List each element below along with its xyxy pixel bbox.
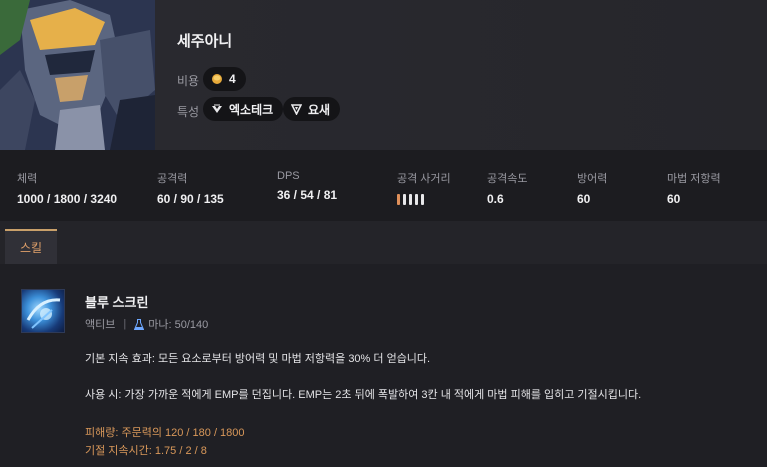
- champion-name: 세주아니: [177, 33, 233, 50]
- champion-header: 세주아니 비용 4 특성 엑소테크 요새: [0, 0, 767, 150]
- range-indicator: [397, 194, 451, 205]
- stat-attack-speed: 공격속도 0.6: [487, 170, 527, 206]
- exotech-icon: [211, 104, 223, 114]
- stats-bar: 체력 1000 / 1800 / 3240 공격력 60 / 90 / 135 …: [0, 150, 767, 221]
- skill-active-description: 사용 시: 가장 가까운 적에게 EMP를 던집니다. EMP는 2초 뒤에 폭…: [85, 389, 642, 401]
- skill-meta: 액티브 | 마나: 50/140: [85, 316, 208, 332]
- stat-value: 1000 / 1800 / 3240: [17, 192, 118, 206]
- stat-magic-resist: 마법 저항력 60: [667, 170, 721, 206]
- stat-armor: 방어력 60: [577, 170, 607, 206]
- skill-panel: 블루 스크린 액티브 | 마나: 50/140 기본 지속 효과: 모든 요소로…: [0, 264, 767, 467]
- stat-label: 마법 저항력: [667, 173, 721, 185]
- stat-value: 60: [577, 192, 591, 206]
- stat-health: 체력 1000 / 1800 / 3240: [17, 170, 117, 206]
- stat-attack-range: 공격 사거리: [397, 170, 451, 205]
- tab-bar: 스킬: [0, 221, 767, 264]
- stat-value: 0.6: [487, 192, 504, 206]
- stat-label: 공격력: [157, 173, 188, 185]
- range-bar: [409, 194, 412, 205]
- stat-label: 방어력: [577, 173, 608, 185]
- trait-badge-exotech[interactable]: 엑소테크: [203, 97, 284, 121]
- cost-badge: 4: [203, 67, 246, 91]
- trait-badge-bastion[interactable]: 요새: [283, 97, 341, 121]
- bastion-icon: [291, 103, 302, 115]
- traits-label: 특성: [177, 105, 200, 119]
- skill-passive-description: 기본 지속 효과: 모든 요소로부터 방어력 및 마법 저항력을 30% 더 얻…: [85, 353, 431, 365]
- mana-flask-icon: [134, 318, 145, 330]
- stat-attack-damage: 공격력 60 / 90 / 135: [157, 170, 224, 206]
- range-bar: [397, 194, 400, 205]
- skill-stun-duration: 기절 지속시간: 1.75 / 2 / 8: [85, 445, 207, 457]
- skill-mana: 마나: 50/140: [148, 319, 209, 331]
- skill-icon: [21, 289, 65, 333]
- stat-label: 공격속도: [487, 173, 528, 185]
- range-bar: [421, 194, 424, 205]
- trait-label-exotech: 엑소테크: [229, 102, 274, 117]
- tab-skill[interactable]: 스킬: [5, 229, 57, 264]
- stat-label: 공격 사거리: [397, 173, 451, 185]
- stat-value: 60: [667, 192, 681, 206]
- separator: |: [123, 318, 127, 330]
- champion-portrait: [0, 0, 155, 150]
- skill-name: 블루 스크린: [85, 295, 149, 310]
- stat-value: 36 / 54 / 81: [277, 188, 338, 202]
- trait-label-bastion: 요새: [308, 102, 331, 117]
- gold-coin-icon: [211, 73, 223, 85]
- skill-damage-scaling: 피해량: 주문력의 120 / 180 / 1800: [85, 427, 245, 439]
- stat-value: 60 / 90 / 135: [157, 192, 224, 206]
- cost-label: 비용: [177, 74, 200, 88]
- stat-label: DPS: [277, 170, 300, 182]
- range-bar: [415, 194, 418, 205]
- cost-value: 4: [229, 72, 236, 86]
- range-bar: [403, 194, 406, 205]
- skill-type: 액티브: [85, 319, 116, 331]
- stat-dps: DPS 36 / 54 / 81: [277, 170, 337, 202]
- stat-label: 체력: [17, 173, 38, 185]
